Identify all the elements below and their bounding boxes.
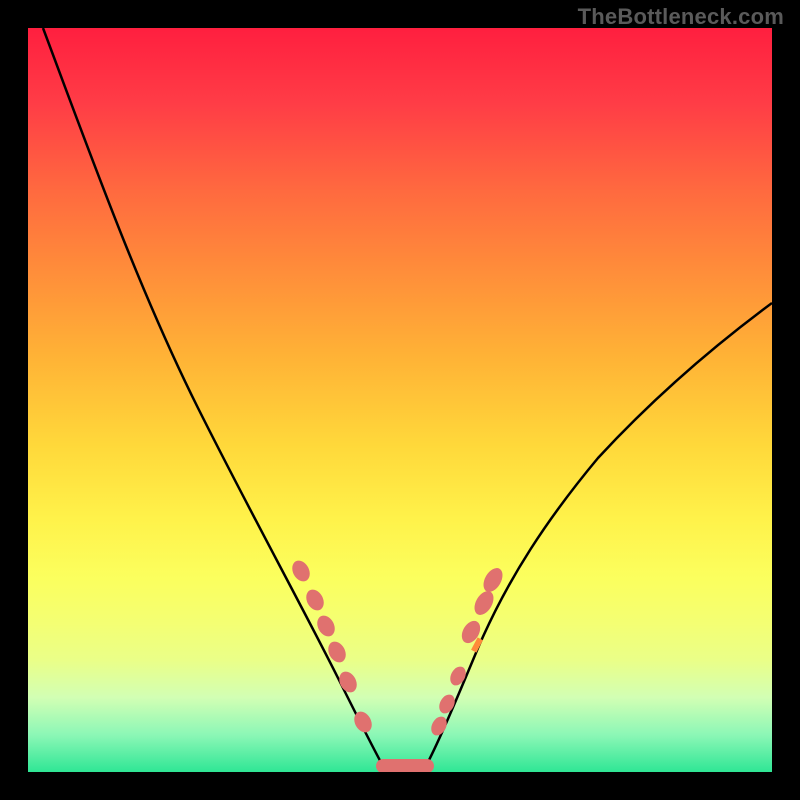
marker-left	[289, 558, 313, 585]
marker-left	[303, 587, 327, 614]
bottleneck-curve	[28, 28, 772, 772]
chart-frame: TheBottleneck.com	[0, 0, 800, 800]
plot-area	[28, 28, 772, 772]
watermark-text: TheBottleneck.com	[578, 4, 784, 30]
marker-right	[428, 714, 450, 738]
marker-right	[480, 565, 507, 596]
marker-bottom-bar	[376, 759, 434, 772]
curve-right	[426, 303, 772, 766]
